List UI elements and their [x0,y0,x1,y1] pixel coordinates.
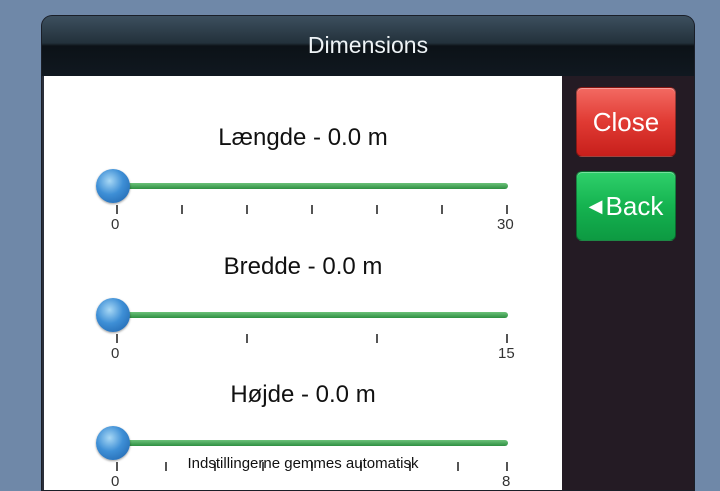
title-bar: Dimensions [42,16,694,76]
length-slider-min: 0 [111,216,120,233]
slider-tick [246,334,248,343]
length-slider-title: Længde - 0.0 m [218,124,388,151]
length-slider-track[interactable] [116,183,508,189]
height-slider-min: 0 [111,473,120,490]
length-slider-max: 30 [497,216,514,233]
back-button[interactable]: ◀ Back [576,171,676,241]
back-arrow-icon: ◀ [588,195,603,216]
slider-tick [116,334,118,343]
slider-tick [506,205,508,214]
width-slider-max: 15 [498,345,515,362]
action-sidebar: Close ◀ Back [562,76,694,490]
slider-tick [376,334,378,343]
settings-panel: Længde - 0.0 m 0 30 Bredde - 0.0 m 0 15 … [44,76,562,490]
height-slider-title: Højde - 0.0 m [230,381,376,408]
slider-tick [311,205,313,214]
width-slider-min: 0 [111,345,120,362]
window-title: Dimensions [307,32,429,58]
close-button[interactable]: Close [576,87,676,157]
slider-tick [376,205,378,214]
width-slider-track[interactable] [116,312,508,318]
autosave-note: Indstillingerne gemmes automatisk [187,455,419,472]
back-button-label: Back [605,190,664,221]
close-button-label: Close [592,106,660,137]
slider-tick [181,205,183,214]
width-slider-knob[interactable] [96,298,130,332]
slider-tick [506,334,508,343]
width-slider-title: Bredde - 0.0 m [223,253,383,280]
dimensions-window: Dimensions Længde - 0.0 m 0 30 Bredde - … [42,16,694,490]
slider-tick [441,205,443,214]
height-slider[interactable]: Højde - 0.0 m 0 8 [44,381,562,491]
slider-tick [246,205,248,214]
width-slider[interactable]: Bredde - 0.0 m 0 15 [44,253,562,363]
slider-tick [116,205,118,214]
height-slider-max: 8 [502,473,511,490]
length-slider-knob[interactable] [96,169,130,203]
length-slider[interactable]: Længde - 0.0 m 0 30 [44,124,562,234]
height-slider-track[interactable] [116,440,508,446]
